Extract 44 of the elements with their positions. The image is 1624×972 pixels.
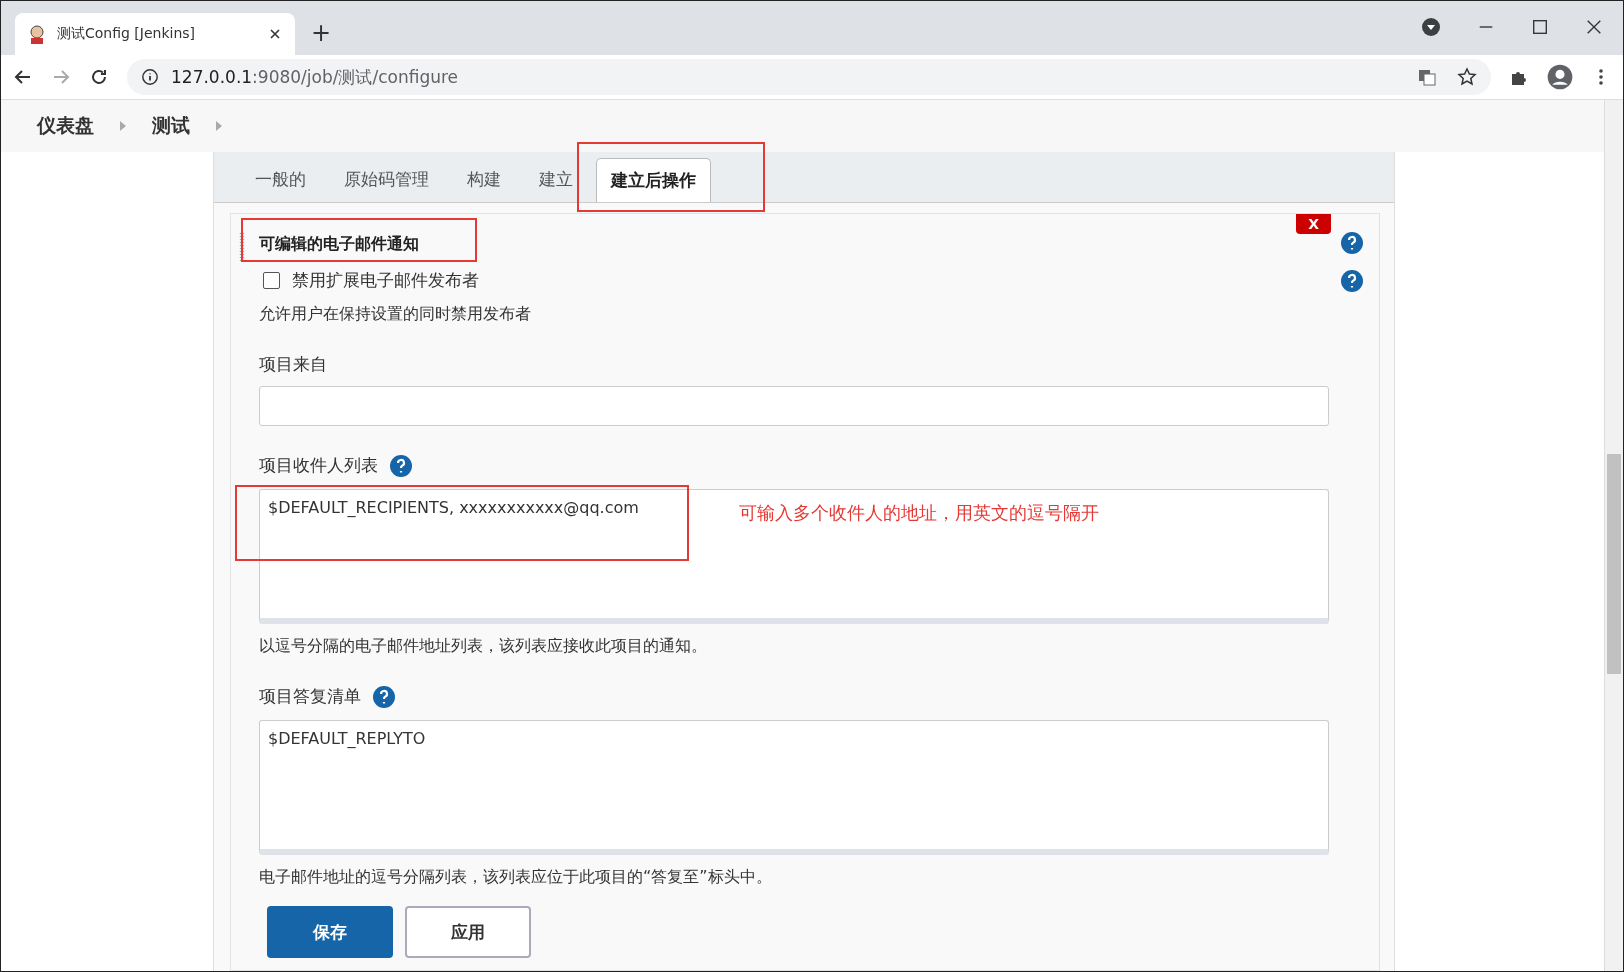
config-tab[interactable]: 构建	[452, 157, 516, 202]
new-tab-button[interactable]: +	[311, 19, 332, 47]
drag-handle-icon[interactable]	[239, 232, 245, 262]
help-icon[interactable]	[390, 454, 412, 477]
delete-button[interactable]: X	[1296, 214, 1331, 234]
close-icon[interactable]	[1585, 18, 1603, 36]
checkbox[interactable]	[263, 272, 280, 289]
field-label: 项目来自	[259, 353, 327, 376]
text-area[interactable]: $DEFAULT_REPLYTO	[259, 720, 1329, 855]
help-icon[interactable]	[1341, 232, 1363, 254]
info-icon	[141, 68, 159, 86]
input-field[interactable]	[259, 386, 1329, 426]
star-icon[interactable]	[1457, 67, 1477, 87]
account-icon[interactable]	[1547, 64, 1573, 90]
tab-title: 测试Config [Jenkins]	[57, 25, 197, 43]
help-icon[interactable]	[1341, 270, 1363, 292]
save-button[interactable]: 保存	[267, 906, 393, 958]
maximize-icon[interactable]	[1531, 18, 1549, 36]
reload-icon[interactable]	[89, 67, 109, 87]
chevron-icon	[216, 121, 222, 131]
browser-tab[interactable]: 测试Config [Jenkins]	[15, 13, 295, 55]
breadcrumb-link[interactable]: 仪表盘	[37, 113, 94, 139]
checkbox-label: 禁用扩展电子邮件发布者	[292, 269, 479, 292]
help-icon[interactable]	[373, 685, 395, 708]
apply-button[interactable]: 应用	[405, 906, 531, 958]
config-tab[interactable]: 建立后操作	[596, 158, 711, 202]
config-tab[interactable]: 一般的	[240, 157, 321, 202]
field-label: 项目答复清单	[259, 685, 361, 708]
address-bar[interactable]: 127.0.0.1:9080/job/测试/configure	[127, 59, 1491, 95]
butler-icon	[27, 24, 47, 44]
scrollbar[interactable]	[1604, 100, 1623, 971]
chevron-icon	[120, 121, 126, 131]
annotation-text: 可输入多个收件人的地址，用英文的逗号隔开	[739, 501, 1099, 525]
dropdown-icon[interactable]	[1421, 17, 1441, 37]
url-text: 127.0.0.1:9080/job/测试/configure	[171, 65, 459, 89]
config-tab[interactable]: 建立	[524, 157, 588, 202]
field-label: 项目收件人列表	[259, 454, 378, 477]
help-text: 允许用户在保持设置的同时禁用发布者	[259, 304, 532, 325]
section-title: 可编辑的电子邮件通知	[259, 234, 419, 255]
help-text: 电子邮件地址的逗号分隔列表，该列表应位于此项目的“答复至”标头中。	[259, 867, 773, 888]
translate-icon[interactable]	[1417, 67, 1437, 87]
config-tab[interactable]: 原始码管理	[329, 157, 444, 202]
breadcrumb-link[interactable]: 测试	[152, 113, 190, 139]
help-text: 以逗号分隔的电子邮件地址列表，该列表应接收此项目的通知。	[259, 636, 708, 657]
